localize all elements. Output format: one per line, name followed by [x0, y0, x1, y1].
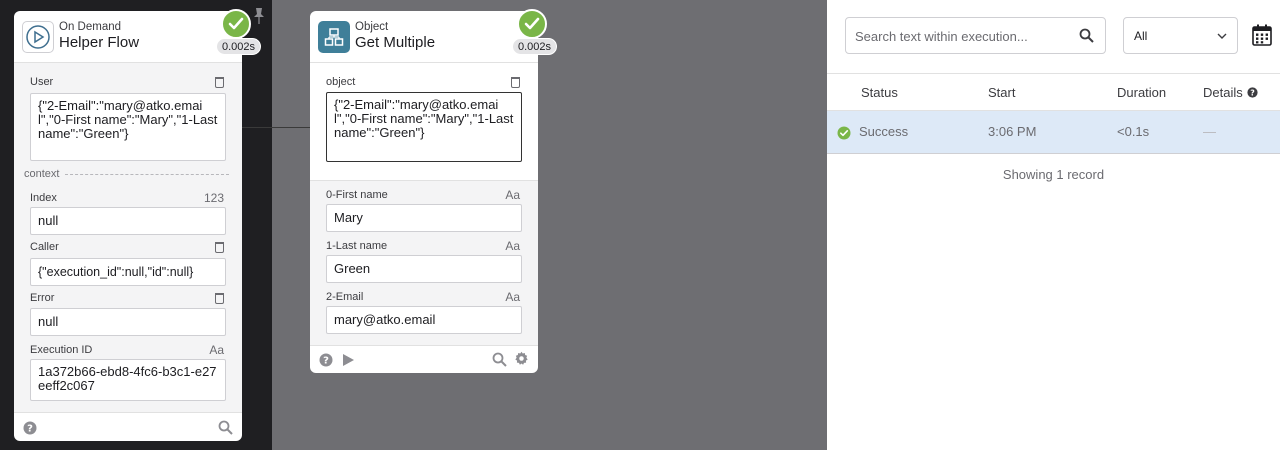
card-title: Get Multiple: [355, 34, 436, 51]
context-label: context: [24, 168, 60, 180]
svg-text:?: ?: [323, 356, 329, 367]
column-details: Details ?: [1203, 85, 1258, 100]
column-status[interactable]: Status: [861, 85, 898, 100]
search-icon[interactable]: [492, 352, 507, 367]
trash-icon[interactable]: [215, 292, 224, 304]
search-input[interactable]: Search text within execution...: [845, 17, 1106, 54]
card-inputs: object {"2-Email":"mary@atko.email","0-F…: [310, 63, 538, 180]
card-subtitle: On Demand: [59, 21, 122, 33]
context-divider: [65, 173, 229, 175]
field-label-error: Error: [30, 292, 224, 304]
caller-input[interactable]: {"execution_id":null,"id":null}: [30, 258, 226, 286]
chevron-down-icon: [1217, 33, 1227, 39]
execution-id-label: Execution ID: [30, 344, 93, 356]
caller-label: Caller: [30, 241, 59, 253]
output-label-first-name: 0-First name Aa: [326, 188, 520, 202]
success-check-icon: [837, 126, 851, 140]
svg-text:?: ?: [1250, 88, 1255, 97]
run-icon[interactable]: [341, 353, 355, 367]
index-input[interactable]: null: [30, 207, 226, 235]
number-type-icon: 123: [203, 191, 224, 205]
card-subtitle: Object: [355, 21, 389, 33]
first-name-output[interactable]: Mary: [326, 204, 522, 232]
get-multiple-card[interactable]: Object Get Multiple 0.002s object {"2-Em…: [310, 9, 558, 373]
row-status: Success: [859, 124, 909, 139]
table-row[interactable]: Success 3:06 PM <0.1s —: [827, 111, 1280, 154]
row-details[interactable]: —: [1203, 124, 1216, 139]
field-label-caller: Caller: [30, 241, 224, 253]
field-label-execution-id: Execution ID Aa: [30, 343, 224, 357]
success-check-icon: [221, 9, 251, 39]
card-inputs: User {"2-Email":"mary@atko.email","0-Fir…: [14, 63, 242, 412]
execution-history-panel: Search text within execution... All Stat…: [827, 0, 1280, 450]
row-start: 3:06 PM: [988, 124, 1037, 139]
search-placeholder: Search text within execution...: [855, 29, 1028, 44]
index-label: Index: [30, 192, 57, 204]
success-check-icon: [517, 9, 547, 39]
duration-badge: 0.002s: [216, 38, 262, 55]
pin-icon[interactable]: [252, 7, 266, 25]
user-input[interactable]: {"2-Email":"mary@atko.email","0-First na…: [30, 93, 226, 161]
help-icon[interactable]: ?: [1247, 87, 1258, 98]
record-count: Showing 1 record: [1002, 167, 1105, 182]
column-start[interactable]: Start: [988, 85, 1015, 100]
text-type-icon: Aa: [209, 343, 224, 357]
object-icon: [318, 21, 350, 53]
error-input[interactable]: null: [30, 308, 226, 336]
row-duration: <0.1s: [1117, 124, 1150, 139]
table-header: Status Start Duration Details ?: [827, 73, 1280, 111]
gear-icon[interactable]: [514, 351, 529, 366]
trash-icon[interactable]: [215, 76, 224, 88]
last-name-output[interactable]: Green: [326, 255, 522, 283]
context-section: context: [24, 168, 229, 180]
output-label-email: 2-Email Aa: [326, 290, 520, 304]
card-footer: ?: [310, 345, 538, 373]
text-type-icon: Aa: [505, 239, 520, 253]
card-title: Helper Flow: [59, 34, 140, 51]
trash-icon[interactable]: [215, 241, 224, 253]
object-label: object: [326, 76, 356, 88]
status-filter-select[interactable]: All: [1123, 17, 1238, 54]
first-name-label: 0-First name: [326, 189, 388, 201]
calendar-icon[interactable]: [1252, 24, 1272, 46]
svg-text:?: ?: [27, 424, 33, 435]
object-input[interactable]: {"2-Email":"mary@atko.email","0-First na…: [326, 92, 522, 162]
search-icon[interactable]: [1079, 28, 1094, 43]
text-type-icon: Aa: [505, 188, 520, 202]
filter-value: All: [1134, 29, 1148, 43]
play-icon: [22, 21, 54, 53]
column-duration[interactable]: Duration: [1117, 85, 1166, 100]
help-icon[interactable]: ?: [319, 353, 333, 367]
duration-badge: 0.002s: [512, 38, 558, 55]
email-label: 2-Email: [326, 291, 364, 303]
card-footer: ?: [14, 412, 242, 440]
details-label: Details: [1203, 85, 1243, 100]
field-label-index: Index 123: [30, 191, 224, 205]
execution-id-input[interactable]: 1a372b66-ebd8-4fc6-b3c1-e27eeff2c067: [30, 359, 226, 401]
trash-icon[interactable]: [511, 76, 520, 88]
text-type-icon: Aa: [505, 290, 520, 304]
helper-flow-card[interactable]: On Demand Helper Flow 0.002s User {"2-Em…: [14, 9, 262, 441]
user-label: User: [30, 76, 54, 88]
search-icon[interactable]: [218, 420, 233, 435]
error-label: Error: [30, 292, 55, 304]
card-header: On Demand Helper Flow 0.002s: [14, 9, 262, 63]
card-outputs: 0-First name Aa Mary 1-Last name Aa Gree…: [310, 180, 538, 345]
email-output[interactable]: mary@atko.email: [326, 306, 522, 334]
help-icon[interactable]: ?: [23, 421, 37, 435]
output-label-last-name: 1-Last name Aa: [326, 239, 520, 253]
last-name-label: 1-Last name: [326, 240, 388, 252]
field-label-user: User: [30, 76, 224, 88]
card-header: Object Get Multiple 0.002s: [310, 9, 558, 63]
field-label-object: object: [326, 76, 520, 88]
